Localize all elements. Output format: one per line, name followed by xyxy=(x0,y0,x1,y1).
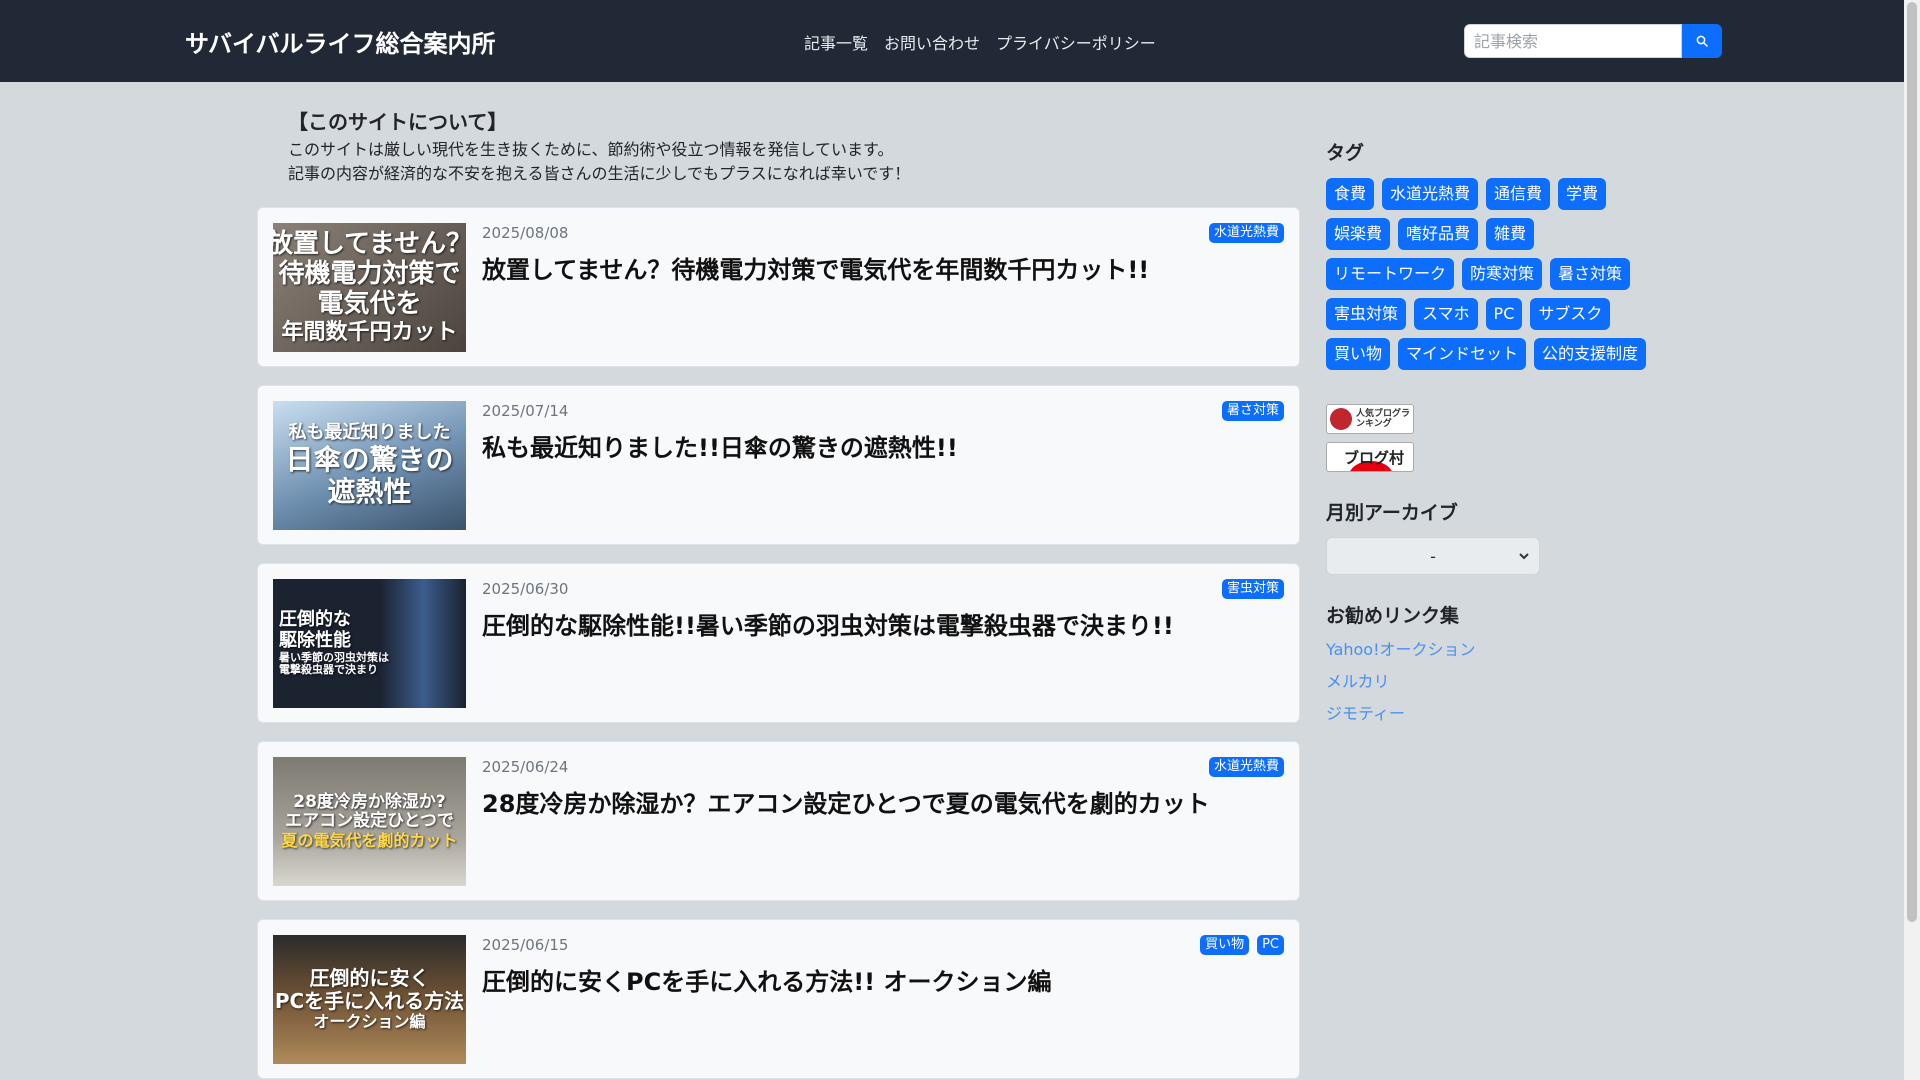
article-title[interactable]: 放置してません？待機電力対策で電気代を年間数千円カット!! xyxy=(482,250,1149,285)
tag-button[interactable]: サブスク xyxy=(1530,298,1611,330)
article-card[interactable]: 圧倒的に安く PCを手に入れる方法 オークション編 2025/06/15 圧倒的に安くP… xyxy=(257,919,1300,1079)
article-title[interactable]: 圧倒的に安くPCを手に入れる方法!! オークション編 xyxy=(482,962,1051,997)
article-title[interactable]: 28度冷房か除湿か？エアコン設定ひとつで夏の電気代を劇的カット xyxy=(482,784,1210,819)
article-card[interactable]: 私も最近知りました 日傘の驚きの 遮熱性 2025/07/14 私も最近知りました!!日… xyxy=(257,385,1300,545)
tag-badge[interactable]: 暑さ対策 xyxy=(1221,401,1284,421)
tag-button[interactable]: 買い物 xyxy=(1326,338,1391,370)
nav-privacy-policy[interactable]: プライバシーポリシー xyxy=(996,30,1156,54)
archive-heading: 月別アーカイブ xyxy=(1326,502,1458,524)
article-date: 2025/08/08 xyxy=(482,224,569,242)
article-title[interactable]: 圧倒的な駆除性能!!暑い季節の羽虫対策は電撃殺虫器で決まり!! xyxy=(482,606,1174,641)
search-button[interactable] xyxy=(1682,24,1722,58)
article-date: 2025/06/24 xyxy=(482,758,569,776)
thumbnail-caption: 圧倒的に安く xyxy=(309,966,430,991)
thumbnail-caption: オークション編 xyxy=(313,1012,426,1032)
tag-button[interactable]: 雑費 xyxy=(1486,218,1535,250)
tag-button[interactable]: 娯楽費 xyxy=(1326,218,1391,250)
article-thumbnail[interactable]: 28度冷房か除湿か? エアコン設定ひとつで 夏の電気代を劇的カット xyxy=(273,757,466,886)
article-tags: 害虫対策 xyxy=(1221,579,1284,599)
chevron-down-icon xyxy=(1519,553,1529,560)
article-title[interactable]: 私も最近知りました!!日傘の驚きの遮熱性!! xyxy=(482,428,958,463)
site-title[interactable]: サバイバルライフ総合案内所 xyxy=(185,24,496,59)
tag-button[interactable]: 通信費 xyxy=(1486,178,1551,210)
thumbnail-caption: 駆除性能 xyxy=(279,629,351,651)
article-thumbnail[interactable]: 圧倒的に安く PCを手に入れる方法 オークション編 xyxy=(273,935,466,1064)
article-tags: 暑さ対策 xyxy=(1221,401,1284,421)
sidebar: タグ 食費 水道光熱費 通信費 学費娯楽費 嗜好品費 雑費 リモートワーク 防寒対策 暑さ対策害… xyxy=(1326,138,1656,730)
tag-button[interactable]: 害虫対策 xyxy=(1326,298,1407,330)
link-yahoo-auction[interactable]: Yahoo!オークション xyxy=(1326,634,1656,666)
nav-contact[interactable]: お問い合わせ xyxy=(884,30,980,54)
thumbnail-caption: 電撃殺虫器で決まり xyxy=(279,663,378,677)
navbar: サバイバルライフ総合案内所 記事一覧 お問い合わせ プライバシーポリシー xyxy=(0,0,1904,82)
tag-button[interactable]: 水道光熱費 xyxy=(1382,178,1479,210)
links-heading: お勧めリンク集 xyxy=(1326,605,1460,627)
tag-badge[interactable]: 害虫対策 xyxy=(1221,579,1284,599)
article-list: 放置してません？ 待機電力対策で 電気代を 年間数千円カット 2025/08/08 放置し… xyxy=(257,207,1300,1080)
article-thumbnail[interactable]: 圧倒的な 駆除性能 暑い季節の羽虫対策は 電撃殺虫器で決まり xyxy=(273,579,466,708)
thumbnail-caption: 年間数千円カット xyxy=(281,319,458,345)
tag-button[interactable]: 暑さ対策 xyxy=(1550,258,1631,290)
article-tags: 買い物 PC xyxy=(1200,935,1284,955)
article-date: 2025/06/30 xyxy=(482,580,569,598)
ranking-logo-icon xyxy=(1330,408,1352,430)
banner-list: 人気ブログランキング ブログ村 xyxy=(1326,404,1656,472)
search-icon xyxy=(1696,35,1708,47)
banner-label: ブログ村 xyxy=(1344,448,1405,467)
nav-menu: 記事一覧 お問い合わせ プライバシーポリシー xyxy=(804,30,1156,54)
page-scrollbar[interactable] xyxy=(1904,0,1920,1080)
tag-button[interactable]: マインドセット xyxy=(1398,338,1527,370)
article-tags: 水道光熱費 xyxy=(1208,223,1284,243)
article-card[interactable]: 28度冷房か除湿か? エアコン設定ひとつで 夏の電気代を劇的カット 2025/06/2… xyxy=(257,741,1300,901)
article-tags: 水道光熱費 xyxy=(1208,757,1284,777)
thumbnail-caption: 日傘の驚きの xyxy=(285,442,454,476)
tag-badge[interactable]: PC xyxy=(1257,935,1284,955)
tag-button[interactable]: 嗜好品費 xyxy=(1398,218,1479,250)
thumbnail-caption: 放置してません？ xyxy=(273,229,466,260)
search-input[interactable] xyxy=(1464,24,1682,58)
thumbnail-caption: 私も最近知りました xyxy=(288,421,451,443)
thumbnail-caption: 圧倒的な xyxy=(279,609,351,631)
about-text: 記事の内容が経済的な不安を抱える皆さんの生活に少しでもプラスになれば幸いです！ xyxy=(288,164,911,183)
tag-badge[interactable]: 買い物 xyxy=(1200,935,1250,955)
recommended-links: Yahoo!オークション メルカリ ジモティー xyxy=(1326,634,1656,730)
tag-cloud: 食費 水道光熱費 通信費 学費娯楽費 嗜好品費 雑費 リモートワーク 防寒対策 暑さ対策害虫対策… xyxy=(1326,178,1656,370)
thumbnail-caption: 夏の電気代を劇的カット xyxy=(281,830,458,850)
article-card[interactable]: 放置してません？ 待機電力対策で 電気代を 年間数千円カット 2025/08/08 放置し… xyxy=(257,207,1300,367)
thumbnail-caption: 待機電力対策で xyxy=(278,258,461,289)
article-date: 2025/07/14 xyxy=(482,402,569,420)
about-text: このサイトは厳しい現代を生き抜くために、節約術や役立つ情報を発信しています。 xyxy=(288,140,894,159)
thumbnail-caption: 遮熱性 xyxy=(327,474,412,508)
thumbnail-caption: PCを手に入れる方法 xyxy=(274,989,465,1014)
tag-badge[interactable]: 水道光熱費 xyxy=(1208,757,1284,777)
blogmura-banner[interactable]: ブログ村 xyxy=(1326,442,1414,472)
tag-button[interactable]: PC xyxy=(1485,298,1523,330)
about-section: 【このサイトについて】 このサイトは厳しい現代を生き抜くために、節約術や役立つ情… xyxy=(288,106,1288,186)
tag-button[interactable]: 公的支援制度 xyxy=(1534,338,1647,370)
tags-heading: タグ xyxy=(1326,142,1365,164)
thumbnail-caption: 電気代を xyxy=(317,288,422,319)
tag-badge[interactable]: 水道光熱費 xyxy=(1208,223,1284,243)
tag-button[interactable]: スマホ xyxy=(1414,298,1478,330)
article-card[interactable]: 圧倒的な 駆除性能 暑い季節の羽虫対策は 電撃殺虫器で決まり 2025/06/30 圧倒的… xyxy=(257,563,1300,723)
banner-label: 人気ブログランキング xyxy=(1356,409,1411,429)
tag-button[interactable]: 学費 xyxy=(1558,178,1607,210)
link-jmty[interactable]: ジモティー xyxy=(1326,698,1656,730)
search-form xyxy=(1464,24,1722,58)
link-mercari[interactable]: メルカリ xyxy=(1326,666,1656,698)
thumbnail-caption: エアコン設定ひとつで xyxy=(285,811,454,832)
scrollbar-thumb[interactable] xyxy=(1907,2,1917,922)
article-date: 2025/06/15 xyxy=(482,936,569,954)
tag-button[interactable]: リモートワーク xyxy=(1326,258,1455,290)
article-thumbnail[interactable]: 放置してません？ 待機電力対策で 電気代を 年間数千円カット xyxy=(273,223,466,352)
thumbnail-caption: 28度冷房か除湿か? xyxy=(293,791,446,812)
archive-select[interactable]: - xyxy=(1326,537,1540,575)
about-title: 【このサイトについて】 xyxy=(288,110,508,134)
tag-button[interactable]: 防寒対策 xyxy=(1462,258,1543,290)
ranking-banner[interactable]: 人気ブログランキング xyxy=(1326,404,1414,434)
tag-button[interactable]: 食費 xyxy=(1326,178,1375,210)
nav-article-list[interactable]: 記事一覧 xyxy=(804,30,868,54)
article-thumbnail[interactable]: 私も最近知りました 日傘の驚きの 遮熱性 xyxy=(273,401,466,530)
archive-select-value: - xyxy=(1430,546,1436,566)
